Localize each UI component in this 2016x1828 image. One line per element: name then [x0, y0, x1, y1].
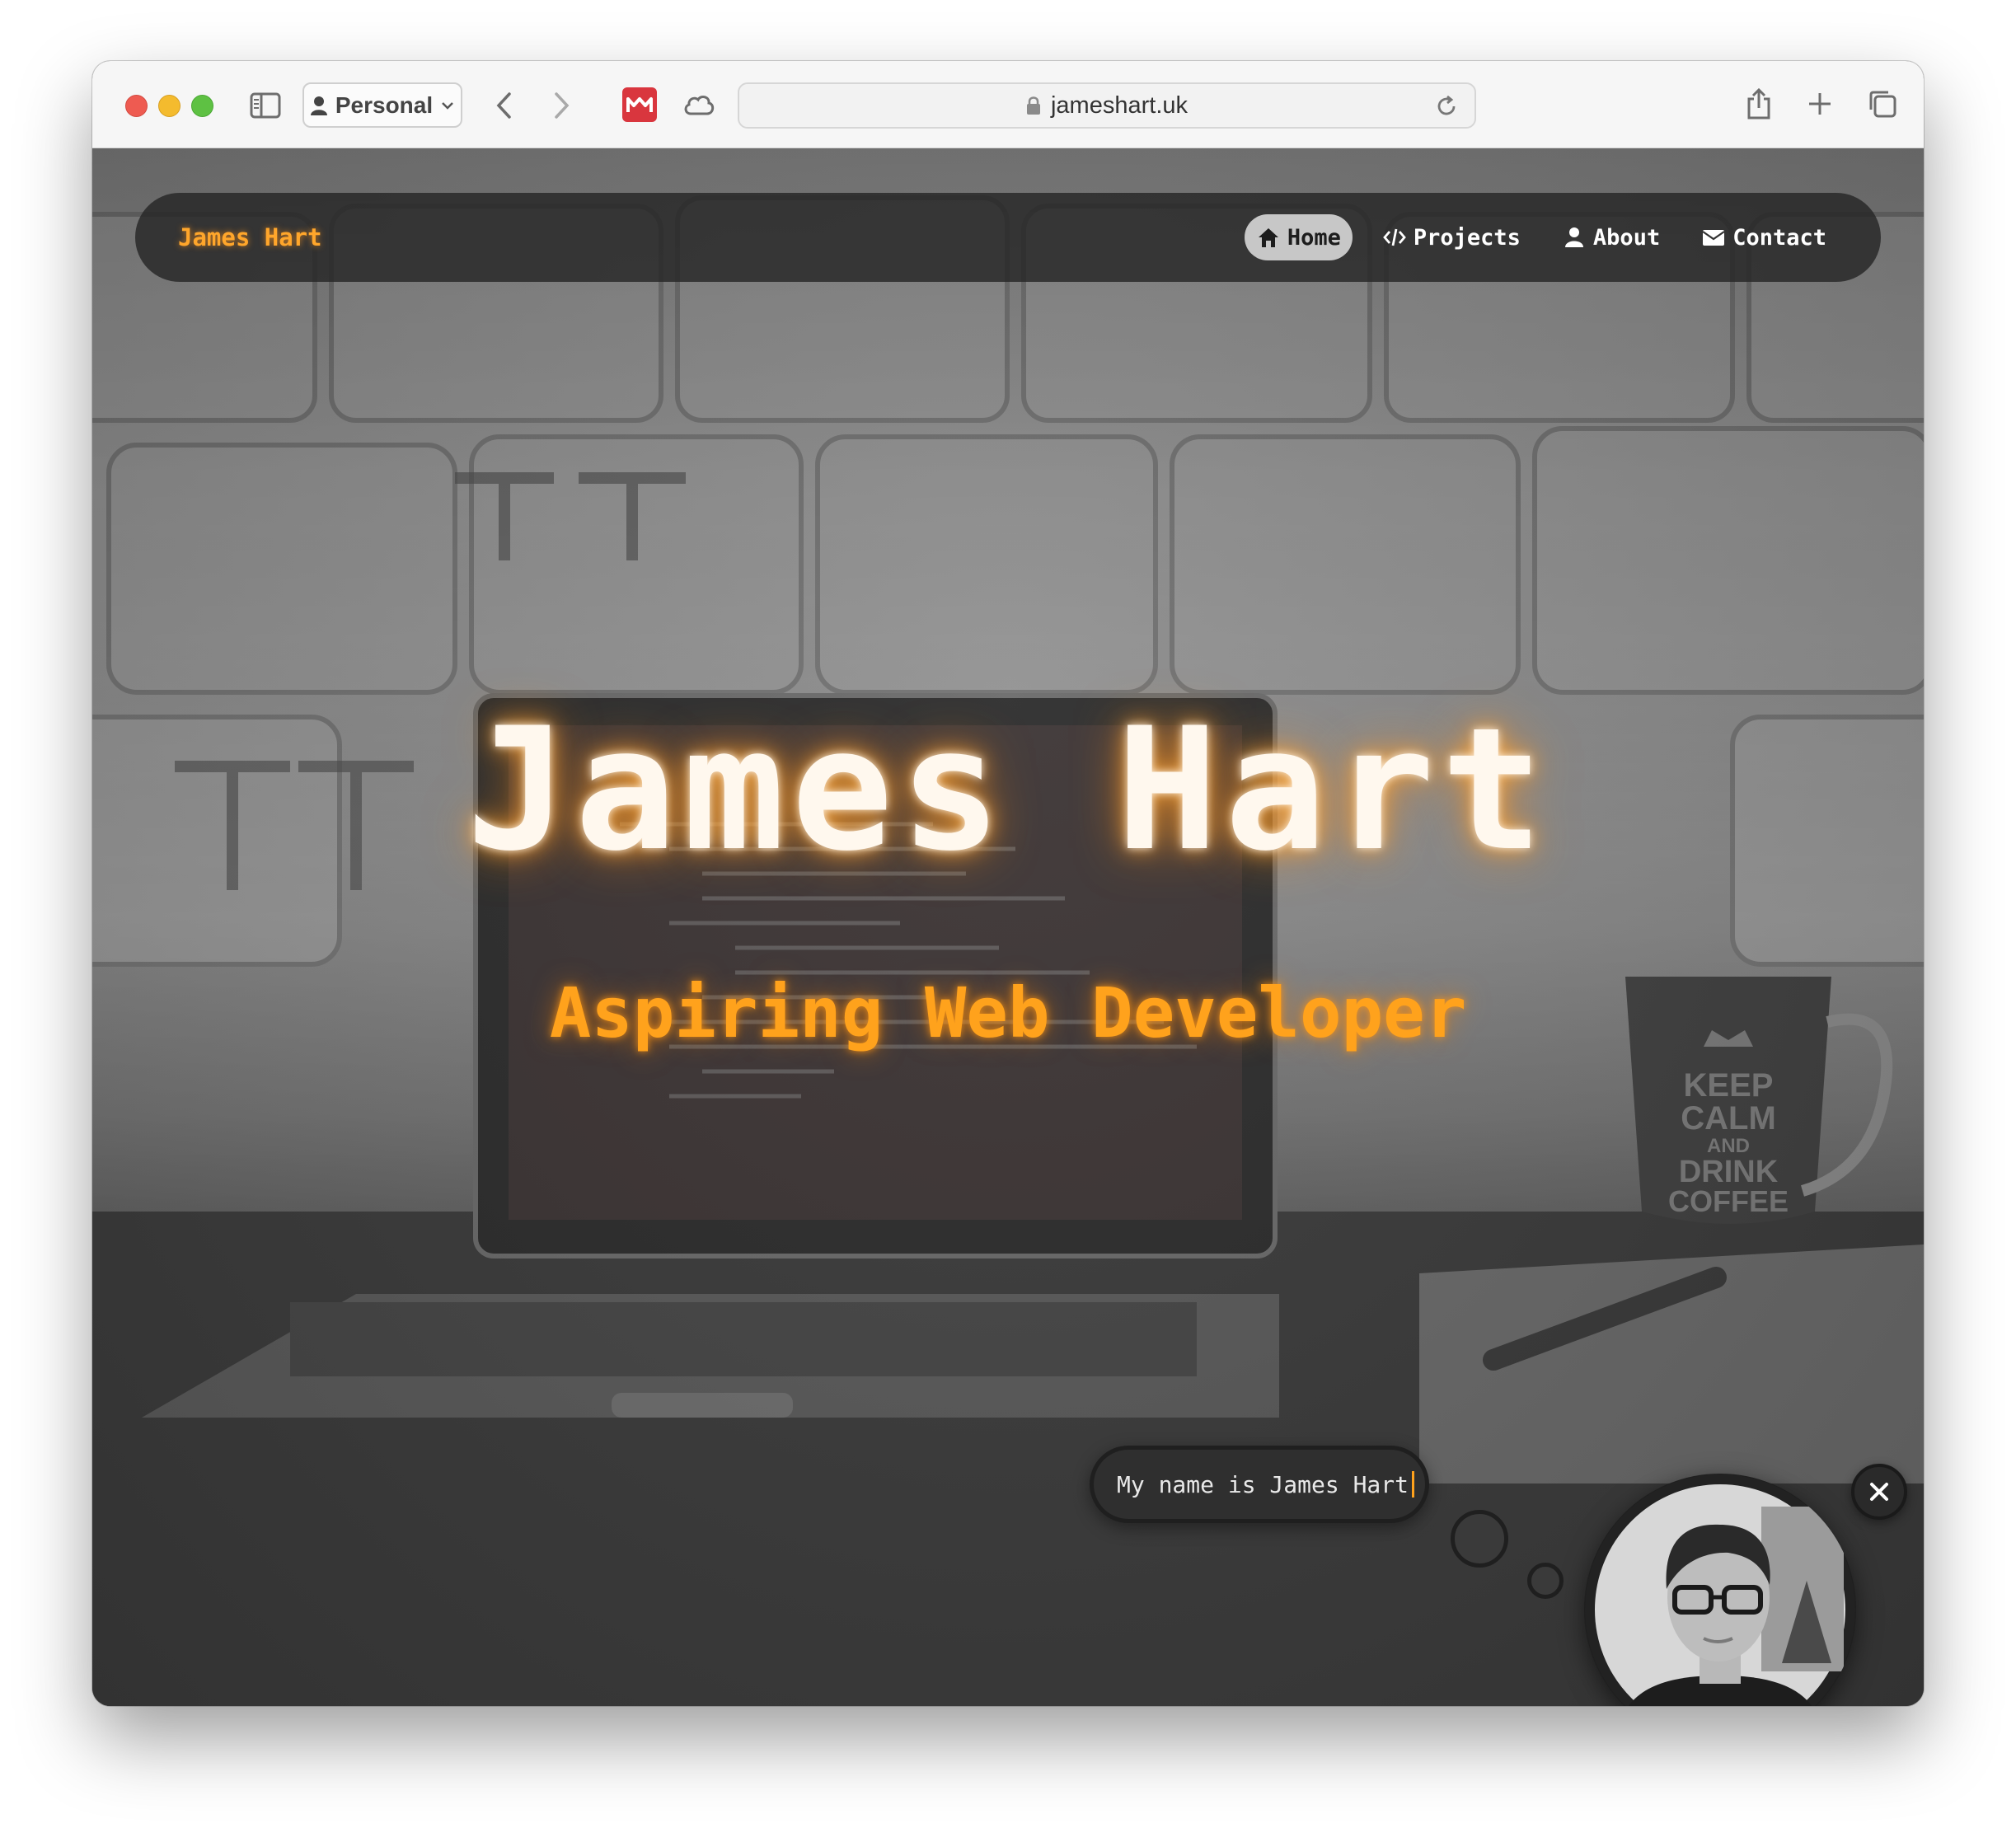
nav-contact-label: Contact [1732, 224, 1826, 251]
close-window-button[interactable] [125, 95, 148, 117]
nav-about-label: About [1592, 224, 1661, 251]
person-icon [310, 96, 327, 115]
nav-contact[interactable]: Contact [1690, 214, 1838, 260]
lock-icon [1026, 96, 1040, 115]
hero-title: James Hart [466, 692, 1550, 888]
thought-bubble-dot [1527, 1563, 1564, 1599]
site-navbar: James Hart Home Projects About Contact [135, 193, 1881, 282]
chevron-down-icon [442, 101, 454, 110]
reload-icon[interactable] [1432, 91, 1461, 121]
extension-icon[interactable] [622, 87, 657, 122]
share-icon[interactable] [1741, 86, 1777, 122]
plus-icon[interactable] [1802, 86, 1838, 122]
browser-window: Personal jameshart.uk James Hart Home Pr… [92, 61, 1924, 1706]
chevron-left-icon [496, 92, 511, 119]
chevron-right-icon [555, 92, 570, 119]
cloud-extension-icon[interactable] [681, 87, 717, 124]
page-viewport: KEEP CALM AND DRINK COFFEE James Hart Ho… [92, 148, 1924, 1706]
chat-message: My name is James Hart [1117, 1470, 1409, 1498]
nav-links: Home Projects About Contact [1244, 214, 1838, 260]
close-chat-button[interactable] [1851, 1464, 1907, 1520]
zoom-window-button[interactable] [191, 95, 213, 117]
profile-selector[interactable]: Personal [302, 82, 462, 128]
back-button[interactable] [486, 87, 523, 124]
sidebar-toggle-icon[interactable] [249, 89, 282, 122]
minimize-window-button[interactable] [158, 95, 181, 117]
envelope-icon [1702, 230, 1725, 246]
profile-label: Personal [335, 91, 434, 118]
site-brand[interactable]: James Hart [178, 193, 322, 282]
user-icon [1564, 227, 1583, 247]
close-icon [1870, 1483, 1888, 1501]
tab-overview-icon[interactable] [1864, 86, 1901, 122]
thought-bubble-dot [1451, 1510, 1508, 1568]
nav-home[interactable]: Home [1244, 214, 1353, 260]
browser-toolbar: Personal jameshart.uk [92, 61, 1924, 148]
nav-home-label: Home [1287, 224, 1341, 251]
forward-button[interactable] [543, 87, 579, 124]
home-icon [1258, 228, 1278, 247]
url-text: jameshart.uk [1050, 91, 1188, 119]
text-cursor [1412, 1471, 1415, 1498]
nav-projects[interactable]: Projects [1371, 214, 1532, 260]
hero-subtitle: Aspiring Web Developer [549, 973, 1467, 1053]
address-bar[interactable]: jameshart.uk [738, 82, 1476, 129]
hero-overlay [92, 148, 1924, 1706]
chat-bubble: My name is James Hart [1090, 1446, 1429, 1523]
nav-projects-label: Projects [1413, 224, 1521, 251]
nav-about[interactable]: About [1550, 214, 1671, 260]
code-icon [1383, 228, 1406, 246]
